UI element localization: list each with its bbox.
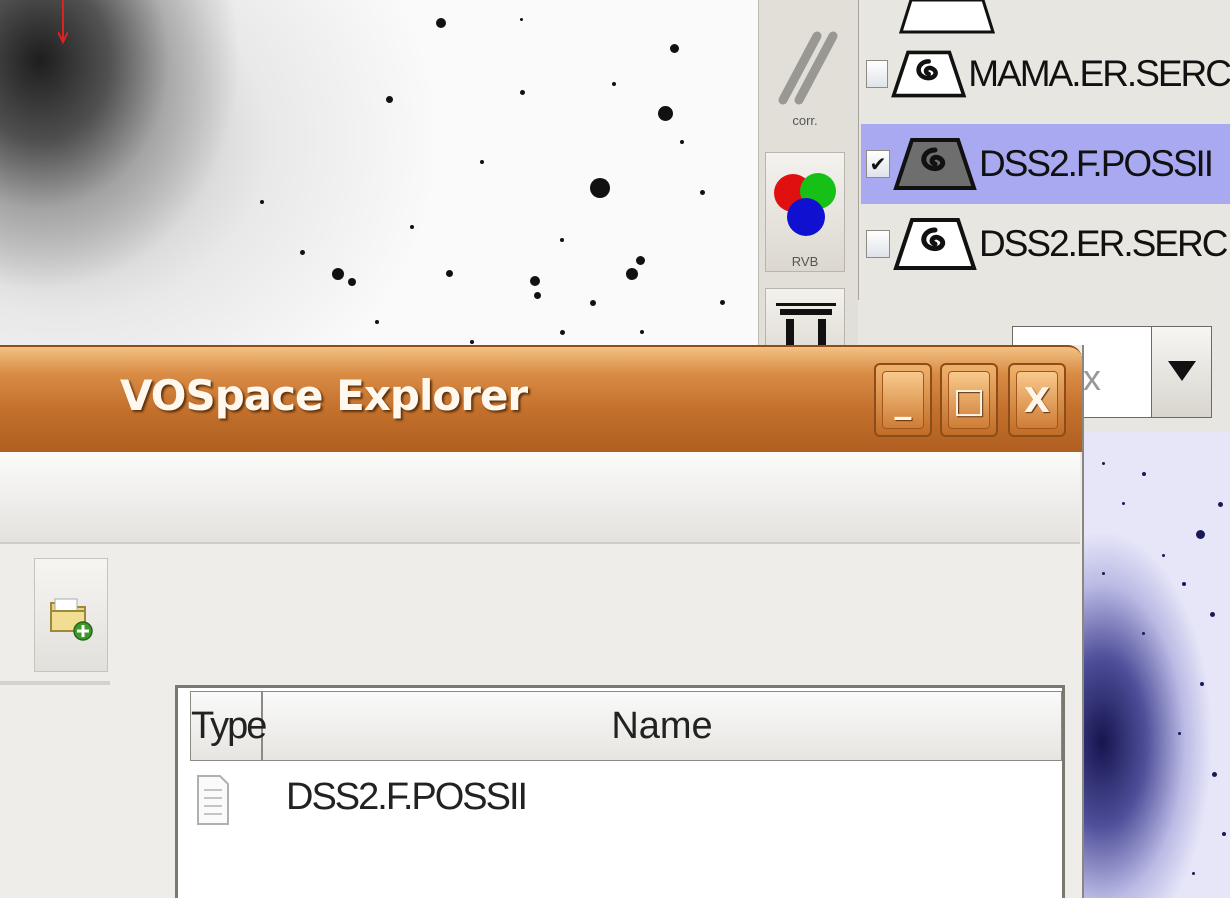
survey-image-icon <box>893 218 977 270</box>
star-dot <box>1196 530 1205 539</box>
new-folder-button[interactable] <box>34 558 108 672</box>
layer-stack-top-icon <box>898 0 996 34</box>
table-row[interactable]: DSS2.F.POSSII <box>190 766 1062 836</box>
star-dot <box>590 178 610 198</box>
star-dot <box>560 238 564 242</box>
star-dot <box>1200 682 1204 686</box>
layer-name: MAMA.ER.SERC <box>968 53 1230 94</box>
file-icon <box>197 775 229 825</box>
window-title: VOSpace Explorer <box>120 371 528 420</box>
file-name: DSS2.F.POSSII <box>286 776 528 818</box>
minimize-icon: _ <box>894 381 912 421</box>
layer-checkbox[interactable] <box>866 60 888 88</box>
star-dot <box>1222 832 1226 836</box>
star-dot <box>1122 502 1125 505</box>
layer-name: DSS2.ER.SERC <box>979 223 1228 264</box>
star-dot <box>530 276 540 286</box>
star-dot <box>410 225 414 229</box>
star-dot <box>700 190 705 195</box>
combobox-value: x <box>1083 357 1101 398</box>
layer-checkbox[interactable]: ✔ <box>866 150 890 178</box>
star-dot <box>640 330 644 334</box>
star-dot <box>520 90 525 95</box>
star-dot <box>1162 554 1165 557</box>
star-dot <box>612 82 616 86</box>
layer-name: DSS2.F.POSSII <box>979 143 1214 184</box>
column-header-type[interactable]: Type <box>191 692 267 760</box>
close-button[interactable]: X <box>1008 363 1066 437</box>
star-dot <box>636 256 645 265</box>
menu-bar <box>0 452 1080 544</box>
star-dot <box>1142 632 1145 635</box>
sky-image-view-secondary[interactable] <box>1082 432 1230 898</box>
new-folder-icon <box>50 598 93 641</box>
combobox-dropdown-button[interactable] <box>1152 326 1212 418</box>
star-dot <box>348 278 356 286</box>
layer-row-dss2-er-serc[interactable]: DSS2.ER.SERC <box>861 212 1230 276</box>
star-dot <box>1210 612 1215 617</box>
minimize-button[interactable]: _ <box>874 363 932 437</box>
corr-label: corr. <box>792 113 818 128</box>
star-dot <box>520 18 523 21</box>
chevron-down-icon <box>1168 361 1196 381</box>
star-dot <box>260 200 264 204</box>
star-dot <box>560 330 565 335</box>
star-dot <box>1102 462 1105 465</box>
close-icon: X <box>1023 381 1051 421</box>
star-dot <box>626 268 638 280</box>
sky-image-view[interactable] <box>0 0 758 360</box>
rgb-label: RVB <box>791 254 819 269</box>
toolbar <box>0 544 1080 684</box>
star-dot <box>375 320 379 324</box>
star-dot <box>534 292 541 299</box>
star-dot <box>1178 732 1181 735</box>
star-dot <box>680 140 684 144</box>
star-dot <box>658 106 673 121</box>
rgb-tool-button[interactable]: RVB <box>765 152 845 272</box>
star-dot <box>332 268 344 280</box>
star-dot <box>1218 502 1223 507</box>
toolbar-separator <box>0 681 110 685</box>
corr-icon <box>778 31 838 105</box>
column-header-name[interactable]: Name <box>263 692 1061 760</box>
aladin-tool-column: corr. RVB <box>758 0 859 368</box>
maximize-button[interactable]: □ <box>940 363 998 437</box>
table-header: Type Name <box>190 691 1062 761</box>
star-dot <box>300 250 305 255</box>
star-dot <box>1212 772 1217 777</box>
star-dot <box>1192 872 1195 875</box>
layer-stack-panel: MAMA.ER.SERC ✔ DSS2.F.POSSII DSS2.ER.SER… <box>858 0 1230 300</box>
star-dot <box>720 300 725 305</box>
star-dot <box>446 270 453 277</box>
layer-row-dss2-f-possii[interactable]: ✔ DSS2.F.POSSII <box>861 124 1230 204</box>
star-dot <box>386 96 393 103</box>
pointer-arrow-icon <box>58 0 68 44</box>
rgb-icon <box>774 173 836 236</box>
star-dot <box>1102 572 1105 575</box>
star-dot <box>670 44 679 53</box>
maximize-icon: □ <box>952 381 986 421</box>
star-dot <box>470 340 474 344</box>
window-title-bar[interactable]: VOSpace Explorer _ □ X <box>0 345 1082 452</box>
vospace-explorer-window: VOSpace Explorer _ □ X Type Name DSS2.F.… <box>0 345 1084 898</box>
star-dot <box>590 300 596 306</box>
survey-image-icon <box>893 138 977 190</box>
star-dot <box>1182 582 1186 586</box>
star-dot <box>436 18 446 28</box>
survey-image-icon <box>890 50 967 98</box>
layer-checkbox[interactable] <box>866 230 890 258</box>
star-dot <box>1142 472 1146 476</box>
layer-row-mama-er-serc[interactable]: MAMA.ER.SERC <box>861 42 1230 106</box>
star-dot <box>480 160 484 164</box>
file-table: Type Name DSS2.F.POSSII <box>175 685 1065 898</box>
corr-tool-button[interactable]: corr. <box>765 18 845 130</box>
